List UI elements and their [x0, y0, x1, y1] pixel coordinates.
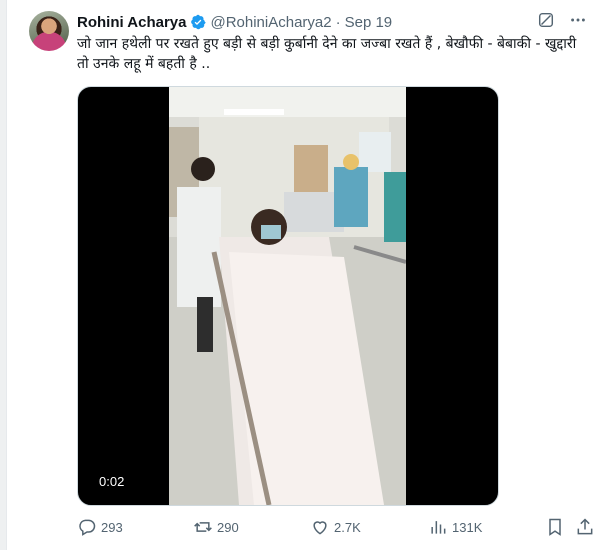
- action-bar: 293 290 2.7K 131K: [77, 515, 597, 539]
- reply-button[interactable]: 293: [77, 515, 123, 539]
- post-date[interactable]: Sep 19: [345, 14, 393, 31]
- reply-count: 293: [101, 519, 123, 535]
- reply-icon: [79, 519, 96, 536]
- views-count: 131K: [452, 519, 483, 535]
- verified-badge-icon: [191, 14, 207, 30]
- repost-icon: [194, 522, 212, 532]
- views-button[interactable]: 131K: [428, 515, 482, 539]
- video-frame: [169, 87, 406, 505]
- tweet-header: Rohini Acharya @RohiniAcharya2 · Sep 19: [77, 12, 392, 32]
- video-player[interactable]: 0:02: [77, 86, 499, 506]
- views-icon: [431, 521, 446, 534]
- like-count: 2.7K: [334, 519, 361, 535]
- like-button[interactable]: 2.7K: [310, 515, 361, 539]
- like-icon: [313, 521, 327, 535]
- grok-icon[interactable]: [536, 10, 556, 30]
- share-icon: [577, 518, 593, 535]
- tweet-card[interactable]: Rohini Acharya @RohiniAcharya2 · Sep 19 …: [6, 0, 601, 550]
- bookmark-icon: [549, 518, 561, 536]
- share-button[interactable]: [575, 515, 599, 539]
- display-name[interactable]: Rohini Acharya: [77, 14, 186, 31]
- bookmark-button[interactable]: [545, 515, 569, 539]
- repost-count: 290: [217, 519, 239, 535]
- separator-dot: ·: [335, 13, 341, 31]
- user-handle[interactable]: @RohiniAcharya2: [210, 14, 331, 31]
- tweet-text: जो जान हथेली पर रखते हुए बड़ी से बड़ी कु…: [77, 36, 577, 72]
- repost-button[interactable]: 290: [193, 515, 239, 539]
- video-duration: 0:02: [94, 472, 130, 491]
- avatar[interactable]: [29, 11, 69, 51]
- more-icon[interactable]: [568, 10, 588, 30]
